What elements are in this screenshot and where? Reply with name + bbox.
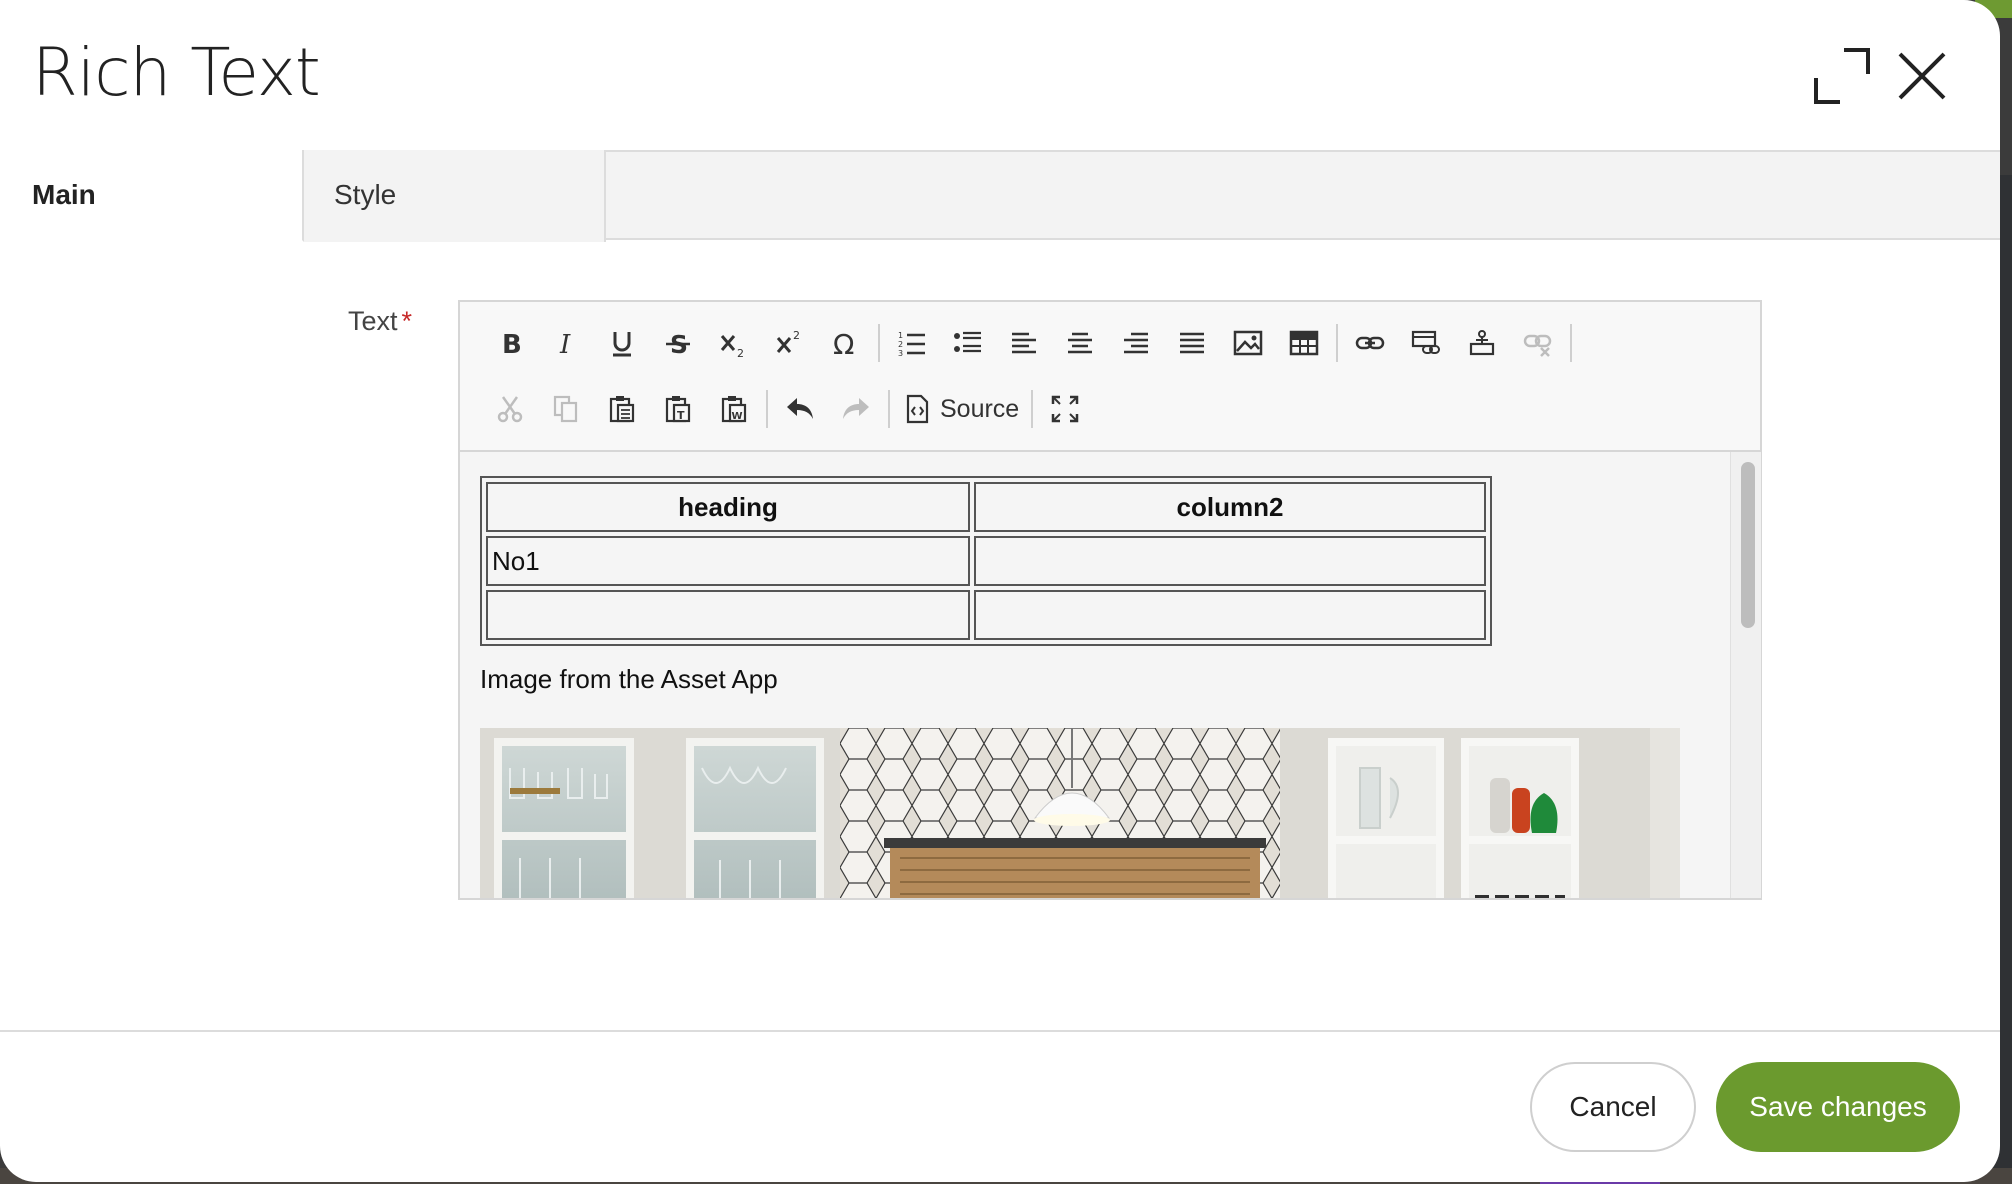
- bold-icon[interactable]: B: [482, 316, 538, 370]
- subscript-icon[interactable]: 2: [706, 316, 762, 370]
- editor-content[interactable]: heading column2 No1 Image from the Asset…: [460, 452, 1730, 898]
- content-paragraph: Image from the Asset App: [480, 664, 778, 694]
- table-header-cell[interactable]: column2: [974, 482, 1486, 532]
- svg-text:W: W: [732, 411, 743, 422]
- undo-icon[interactable]: [772, 382, 828, 436]
- bulleted-list-icon[interactable]: [940, 316, 996, 370]
- toolbar-separator: [888, 390, 890, 428]
- source-label: Source: [940, 394, 1020, 423]
- table-cell[interactable]: [974, 590, 1486, 640]
- align-left-icon[interactable]: [996, 316, 1052, 370]
- toolbar-row-2: T W Source: [482, 382, 1093, 436]
- align-right-icon[interactable]: [1108, 316, 1164, 370]
- image-icon[interactable]: [1220, 316, 1276, 370]
- toolbar-separator: [1031, 390, 1034, 428]
- table-header-row: heading column2: [486, 482, 1486, 532]
- save-changes-button[interactable]: Save changes: [1716, 1062, 1960, 1152]
- svg-text:Ω: Ω: [833, 328, 854, 358]
- dialog-title: Rich Text: [32, 34, 321, 111]
- cut-icon[interactable]: [482, 382, 538, 436]
- tab-bar: Main Style: [0, 150, 2000, 242]
- rich-text-dialog: Rich Text Main Style Text* B I S 2 2 Ω: [0, 0, 2000, 1182]
- tab-main[interactable]: Main: [0, 150, 304, 242]
- toolbar-separator: [1570, 324, 1572, 362]
- paste-word-icon[interactable]: W: [706, 382, 762, 436]
- table-cell[interactable]: [486, 590, 970, 640]
- svg-text:3: 3: [898, 349, 903, 358]
- close-icon[interactable]: [1894, 48, 1950, 104]
- justify-icon[interactable]: [1164, 316, 1220, 370]
- paste-text-icon[interactable]: T: [650, 382, 706, 436]
- maximize-icon[interactable]: [1037, 382, 1093, 436]
- svg-text:2: 2: [793, 329, 800, 342]
- svg-text:2: 2: [737, 347, 744, 358]
- toolbar-separator: [766, 390, 768, 428]
- underline-icon[interactable]: [594, 316, 650, 370]
- anchor-link-icon[interactable]: [1398, 316, 1454, 370]
- special-character-icon[interactable]: Ω: [818, 316, 874, 370]
- table-icon[interactable]: [1276, 316, 1332, 370]
- table-row: [486, 590, 1486, 640]
- svg-text:B: B: [502, 330, 522, 358]
- copy-icon[interactable]: [538, 382, 594, 436]
- insert-anchor-icon[interactable]: [1454, 316, 1510, 370]
- toolbar-separator: [1336, 324, 1338, 362]
- svg-text:2: 2: [898, 340, 903, 349]
- cancel-button[interactable]: Cancel: [1530, 1062, 1696, 1152]
- svg-text:1: 1: [898, 331, 903, 340]
- toolbar-separator: [878, 324, 880, 362]
- scrollbar-thumb[interactable]: [1741, 462, 1755, 628]
- source-button[interactable]: Source: [894, 382, 1027, 436]
- table-header-cell[interactable]: heading: [486, 482, 970, 532]
- editor-toolbar: B I S 2 2 Ω 123 T W Source: [460, 302, 1760, 452]
- unlink-icon[interactable]: [1510, 316, 1566, 370]
- footer-divider: [0, 1030, 2000, 1032]
- align-center-icon[interactable]: [1052, 316, 1108, 370]
- text-field-label: Text *: [348, 306, 412, 337]
- italic-icon[interactable]: I: [538, 316, 594, 370]
- table-cell[interactable]: [974, 536, 1486, 586]
- strikethrough-icon[interactable]: S: [650, 316, 706, 370]
- svg-text:T: T: [677, 409, 685, 422]
- asset-image[interactable]: [480, 728, 1680, 898]
- table-cell[interactable]: No1: [486, 536, 970, 586]
- superscript-icon[interactable]: 2: [762, 316, 818, 370]
- editor-scrollbar[interactable]: [1730, 452, 1761, 898]
- paste-icon[interactable]: [594, 382, 650, 436]
- source-icon: [906, 394, 929, 424]
- tab-style[interactable]: Style: [304, 150, 606, 242]
- svg-text:I: I: [559, 330, 571, 358]
- redo-icon[interactable]: [828, 382, 884, 436]
- table-row: No1: [486, 536, 1486, 586]
- numbered-list-icon[interactable]: 123: [884, 316, 940, 370]
- rich-text-editor[interactable]: B I S 2 2 Ω 123 T W Source heading colum…: [458, 300, 1762, 900]
- expand-icon[interactable]: [1814, 48, 1870, 104]
- toolbar-row-1: B I S 2 2 Ω 123: [482, 316, 1576, 370]
- required-marker: *: [401, 306, 413, 336]
- link-icon[interactable]: [1342, 316, 1398, 370]
- content-table[interactable]: heading column2 No1: [480, 476, 1492, 646]
- text-field-label-text: Text: [348, 306, 398, 336]
